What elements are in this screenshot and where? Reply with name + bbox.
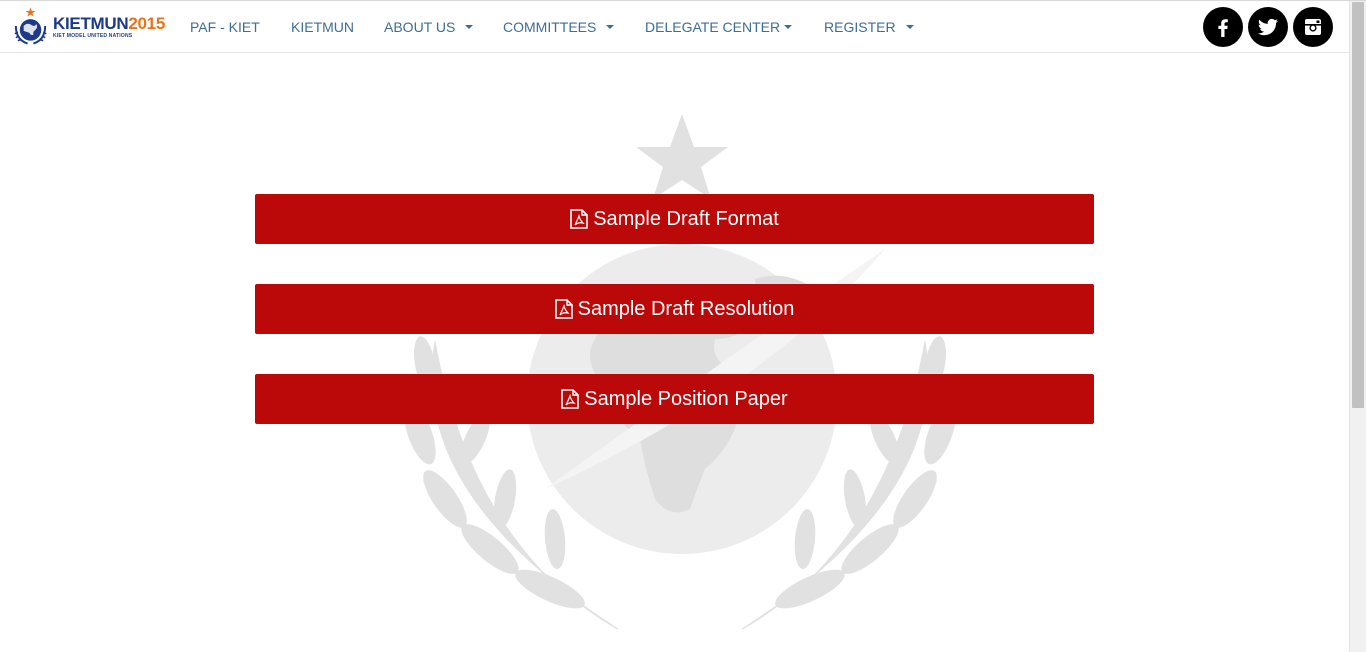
nav-label: REGISTER bbox=[824, 19, 896, 35]
nav-label: KIETMUN bbox=[291, 19, 354, 35]
brand-logo[interactable]: KIETMUN2015 KIET MODEL UNITED NATIONS bbox=[10, 6, 165, 48]
nav-register-dropdown[interactable]: REGISTER bbox=[824, 1, 914, 53]
chevron-down-icon bbox=[606, 25, 615, 29]
nav-about-us-dropdown[interactable]: ABOUT US bbox=[384, 1, 474, 53]
brand-name-part2: 2015 bbox=[128, 14, 165, 33]
sample-position-paper-button[interactable]: Sample Position Paper bbox=[255, 374, 1094, 424]
un-emblem-logo-icon bbox=[14, 7, 47, 45]
file-pdf-icon bbox=[554, 299, 573, 319]
top-navbar: KIETMUN2015 KIET MODEL UNITED NATIONS PA… bbox=[0, 1, 1349, 53]
chevron-down-icon bbox=[465, 25, 474, 29]
button-label: Sample Draft Resolution bbox=[577, 297, 795, 320]
page-scrollbar[interactable] bbox=[1349, 1, 1366, 652]
brand-tagline: KIET MODEL UNITED NATIONS bbox=[53, 33, 133, 39]
scrollbar-thumb[interactable] bbox=[1352, 2, 1364, 408]
nav-label: COMMITTEES bbox=[503, 19, 597, 35]
sample-draft-resolution-button[interactable]: Sample Draft Resolution bbox=[255, 284, 1094, 334]
sample-draft-format-button[interactable]: Sample Draft Format bbox=[255, 194, 1094, 244]
button-label: Sample Draft Format bbox=[593, 207, 779, 230]
chevron-down-icon bbox=[905, 25, 914, 29]
twitter-link[interactable] bbox=[1248, 7, 1288, 47]
file-pdf-icon bbox=[570, 209, 588, 229]
nav-label: DELEGATE CENTER bbox=[645, 19, 781, 35]
instagram-icon bbox=[1305, 19, 1321, 35]
file-pdf-icon bbox=[561, 389, 580, 409]
button-label: Sample Position Paper bbox=[584, 387, 788, 410]
nav-kietmun[interactable]: KIETMUN bbox=[291, 1, 354, 53]
chevron-down-icon bbox=[784, 25, 793, 29]
un-emblem-watermark-icon bbox=[404, 114, 955, 629]
nav-paf-kiet[interactable]: PAF - KIET bbox=[190, 1, 260, 53]
brand-text: KIETMUN2015 KIET MODEL UNITED NATIONS bbox=[53, 15, 165, 39]
nav-label: ABOUT US bbox=[384, 19, 456, 35]
nav-label: PAF - KIET bbox=[190, 19, 260, 35]
facebook-link[interactable] bbox=[1203, 7, 1243, 47]
facebook-icon bbox=[1218, 19, 1228, 37]
nav-committees-dropdown[interactable]: COMMITTEES bbox=[503, 1, 615, 53]
brand-name-part1: KIETMUN bbox=[53, 14, 129, 33]
page: KIETMUN2015 KIET MODEL UNITED NATIONS PA… bbox=[0, 0, 1366, 652]
brand-name: KIETMUN2015 bbox=[53, 15, 165, 32]
twitter-icon bbox=[1258, 18, 1278, 36]
nav-delegate-center-dropdown[interactable]: DELEGATE CENTER bbox=[645, 1, 793, 53]
instagram-link[interactable] bbox=[1293, 7, 1333, 47]
